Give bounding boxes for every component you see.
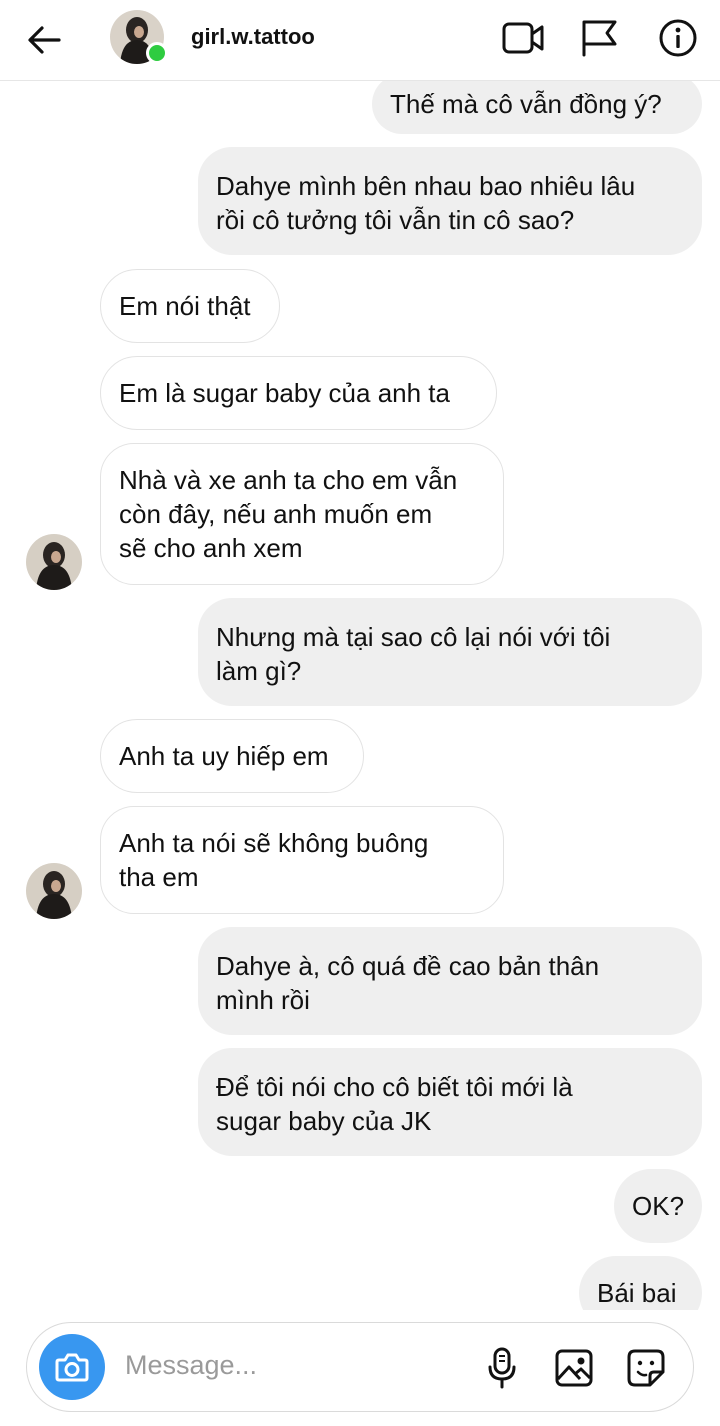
- message-bubble-received[interactable]: Em là sugar baby của anh ta: [100, 356, 497, 430]
- message-bubble-sent[interactable]: Bái bai: [579, 1256, 702, 1310]
- message-composer: Message...: [26, 1322, 694, 1412]
- profile-avatar[interactable]: [110, 10, 168, 66]
- chat-header: girl.w.tattoo: [0, 0, 720, 81]
- message-thread[interactable]: Thế mà cô vẫn đồng ý? Dahye mình bên nha…: [0, 80, 720, 1310]
- sticker-icon: [627, 1349, 665, 1387]
- online-status-dot: [146, 42, 168, 64]
- chat-username[interactable]: girl.w.tattoo: [191, 24, 315, 50]
- voice-message-button[interactable]: [479, 1345, 525, 1391]
- back-button[interactable]: [22, 18, 66, 62]
- message-bubble-received[interactable]: Anh ta uy hiếp em: [100, 719, 364, 793]
- message-bubble-received[interactable]: Nhà và xe anh ta cho em vẫn còn đây, nếu…: [100, 443, 504, 585]
- info-icon: [659, 19, 697, 57]
- video-call-button[interactable]: [500, 16, 546, 60]
- message-bubble-sent[interactable]: Để tôi nói cho cô biết tôi mới là sugar …: [198, 1048, 702, 1156]
- back-arrow-icon: [28, 26, 61, 54]
- sticker-button[interactable]: [623, 1345, 669, 1391]
- camera-button[interactable]: [39, 1334, 105, 1400]
- message-input[interactable]: Message...: [125, 1350, 257, 1381]
- info-button[interactable]: [655, 16, 701, 60]
- flag-icon: [582, 20, 617, 57]
- message-bubble-sent[interactable]: Dahye à, cô quá đề cao bản thân mình rồi: [198, 927, 702, 1035]
- message-bubble-sent[interactable]: Thế mà cô vẫn đồng ý?: [372, 80, 702, 134]
- message-bubble-sent[interactable]: OK?: [614, 1169, 702, 1243]
- report-button[interactable]: [576, 16, 622, 60]
- message-bubble-received[interactable]: Em nói thật: [100, 269, 280, 343]
- camera-icon: [55, 1353, 89, 1382]
- gallery-icon: [555, 1349, 593, 1387]
- message-bubble-sent[interactable]: Dahye mình bên nhau bao nhiêu lâu rồi cô…: [198, 147, 702, 255]
- microphone-icon: [488, 1347, 516, 1389]
- message-bubble-received[interactable]: Anh ta nói sẽ không buông tha em: [100, 806, 504, 914]
- gallery-button[interactable]: [551, 1345, 597, 1391]
- sender-avatar[interactable]: [26, 863, 82, 919]
- message-bubble-sent[interactable]: Nhưng mà tại sao cô lại nói với tôi làm …: [198, 598, 702, 706]
- sender-avatar[interactable]: [26, 534, 82, 590]
- video-call-icon: [502, 22, 544, 54]
